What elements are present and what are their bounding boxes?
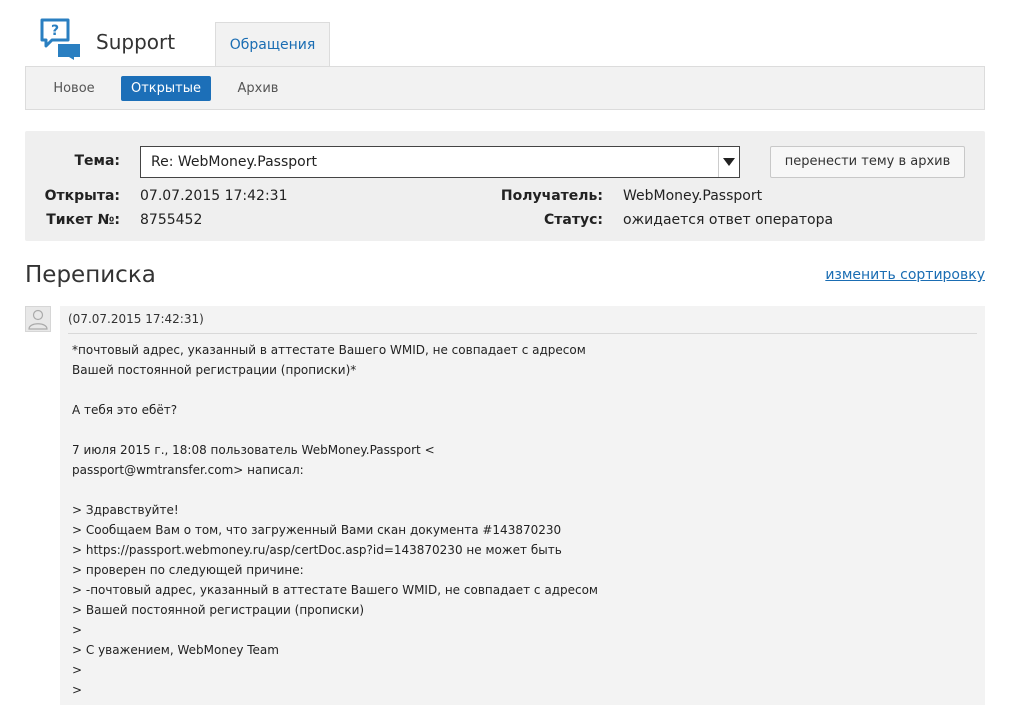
ticket-number-label: Тикет №: xyxy=(46,212,120,228)
message-date: (07.07.2015 17:42:31) xyxy=(68,312,204,326)
svg-text:?: ? xyxy=(51,23,59,39)
correspondence-title: Переписка xyxy=(25,262,156,288)
divider xyxy=(68,333,977,334)
change-sort-link[interactable]: изменить сортировку xyxy=(825,267,985,283)
chat-question-icon: ? xyxy=(40,18,80,60)
recipient-value: WebMoney.Passport xyxy=(623,188,763,204)
archive-topic-button[interactable]: перенести тему в архив xyxy=(770,146,965,178)
message-body: *почтовый адрес, указанный в аттестате В… xyxy=(72,343,598,697)
message: (07.07.2015 17:42:31) *почтовый адрес, у… xyxy=(60,306,985,705)
opened-value: 07.07.2015 17:42:31 xyxy=(140,188,288,204)
topic-label: Тема: xyxy=(74,153,120,169)
status-label: Статус: xyxy=(544,212,603,228)
topic-select-value: Re: WebMoney.Passport xyxy=(151,154,317,170)
subnav-item-new[interactable]: Новое xyxy=(42,76,106,101)
subnav-item-archive[interactable]: Архив xyxy=(227,76,289,101)
subnav-item-open[interactable]: Открытые xyxy=(121,76,211,101)
opened-label: Открыта: xyxy=(44,188,120,204)
app-title: Support xyxy=(96,30,176,54)
subnav: Новое Открытые Архив xyxy=(25,66,985,110)
ticket-number-value: 8755452 xyxy=(140,212,203,228)
tab-requests[interactable]: Обращения xyxy=(215,22,330,67)
chevron-down-icon[interactable] xyxy=(718,147,739,177)
status-value: ожидается ответ оператора xyxy=(623,212,834,228)
avatar xyxy=(25,306,51,332)
ticket-info-panel: Тема: Re: WebMoney.Passport перенести те… xyxy=(25,131,985,241)
topic-select[interactable]: Re: WebMoney.Passport xyxy=(140,146,740,178)
user-icon xyxy=(28,309,48,330)
recipient-label: Получатель: xyxy=(500,188,603,204)
